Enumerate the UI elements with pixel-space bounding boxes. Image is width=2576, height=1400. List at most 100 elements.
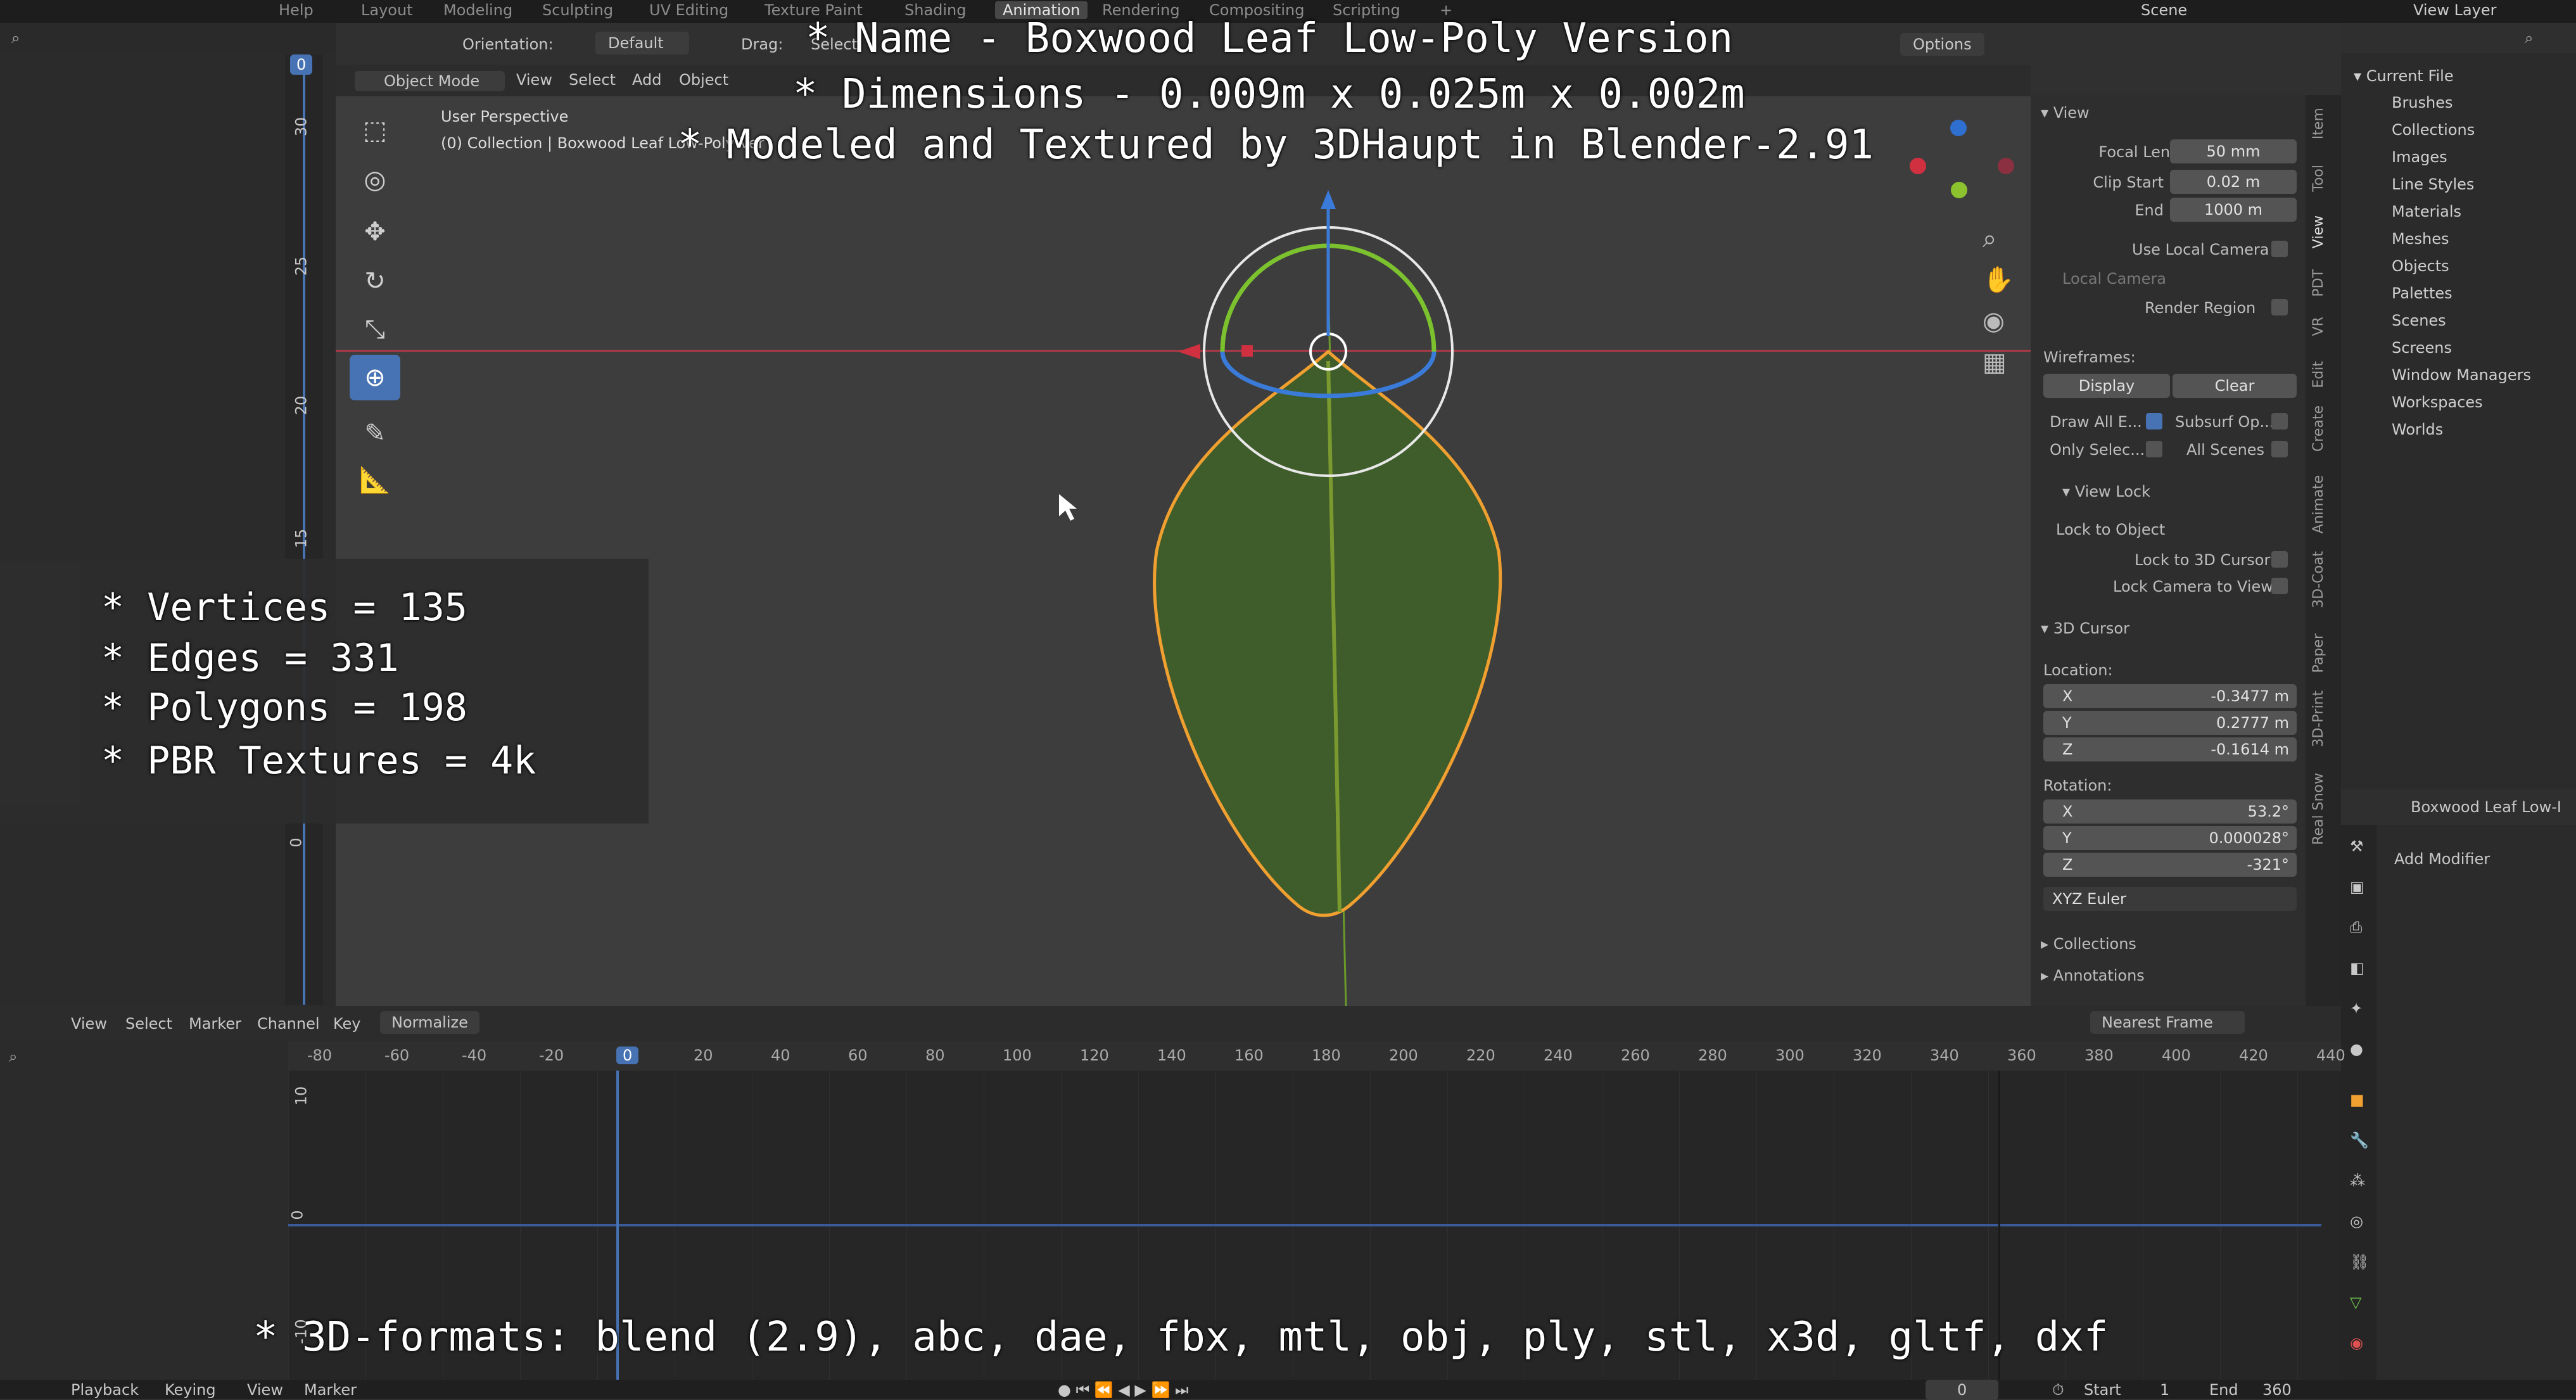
particles-tab-icon[interactable]: ⁂ (2350, 1172, 2365, 1190)
tab-tool[interactable]: Tool (2311, 165, 2326, 192)
cursor-rot-z[interactable]: Z -321° (2043, 853, 2297, 877)
mode-dropdown[interactable]: Object Mode (355, 71, 505, 91)
clip-end-field[interactable]: 1000 m (2170, 198, 2297, 222)
tab-create[interactable]: Create (2311, 405, 2326, 452)
playback-controls-icon[interactable]: ● ⏮ ⏪ ◀ ▶ ⏩ ⏭ (1058, 1381, 1189, 1399)
all-scenes-checkbox[interactable] (2271, 441, 2288, 457)
display-button[interactable]: Display (2043, 374, 2170, 398)
lock-cursor-checkbox[interactable] (2271, 551, 2288, 568)
outliner-item-objects[interactable]: Objects (2392, 257, 2449, 275)
draw-all-checkbox[interactable] (2146, 413, 2162, 430)
outliner-item-meshes[interactable]: Meshes (2392, 230, 2449, 248)
curve-line[interactable] (288, 1224, 2321, 1226)
outliner-item-screens[interactable]: Screens (2392, 339, 2452, 357)
graph-menu-channel[interactable]: Channel (257, 1015, 320, 1033)
menu-add[interactable]: Add (632, 71, 661, 89)
menu-view[interactable]: View (516, 71, 552, 89)
gizmo-x-handle[interactable] (1241, 345, 1253, 357)
tab-pdt[interactable]: PDT (2311, 269, 2326, 297)
snap-dropdown[interactable]: Nearest Frame (2090, 1011, 2245, 1034)
cursor-loc-z[interactable]: Z -0.1614 m (2043, 737, 2297, 761)
outliner-item-worlds[interactable]: Worlds (2392, 421, 2443, 438)
cursor-loc-y[interactable]: Y 0.2777 m (2043, 711, 2297, 735)
tab-view[interactable]: View (2311, 215, 2326, 248)
render-tab-icon[interactable]: ▣ (2350, 878, 2364, 896)
current-file-label[interactable]: Current File (2366, 67, 2454, 85)
tab-paper[interactable]: Paper (2311, 633, 2326, 673)
material-tab-icon[interactable]: ◉ (2350, 1334, 2363, 1352)
add-modifier-button[interactable]: Add Modifier (2394, 850, 2490, 868)
playback-menu[interactable]: Playback (71, 1381, 139, 1399)
render-region-checkbox[interactable] (2271, 299, 2288, 315)
collections-label[interactable]: Collections (2053, 935, 2136, 953)
tab-edit[interactable]: Edit (2311, 361, 2326, 388)
tab-vr[interactable]: VR (2311, 317, 2326, 336)
view-menu[interactable]: View (247, 1381, 283, 1399)
output-tab-icon[interactable]: ⎙ (2350, 919, 2362, 936)
object-tab-icon[interactable]: ■ (2350, 1091, 2364, 1109)
tool-tab-icon[interactable]: ⚒ (2350, 837, 2364, 855)
search-icon[interactable]: ⌕ (2525, 29, 2533, 47)
tab-3d-print[interactable]: 3D-Print (2311, 690, 2326, 747)
data-tab-icon[interactable]: ▽ (2350, 1294, 2361, 1311)
cursor-loc-x[interactable]: X -0.3477 m (2043, 684, 2297, 708)
clear-button[interactable]: Clear (2173, 374, 2297, 398)
tab-item[interactable]: Item (2311, 108, 2326, 139)
graph-menu-select[interactable]: Select (125, 1015, 172, 1033)
only-select-checkbox[interactable] (2146, 441, 2162, 457)
search-icon[interactable]: ⌕ (11, 29, 20, 47)
graph-menu-view[interactable]: View (71, 1015, 107, 1033)
graph-menu-marker[interactable]: Marker (189, 1015, 241, 1033)
scene-tab-icon[interactable]: ✦ (2350, 1000, 2363, 1017)
tab-3d-coat[interactable]: 3D-Coat (2311, 551, 2326, 608)
marker-menu[interactable]: Marker (304, 1381, 357, 1399)
annotations-label[interactable]: Annotations (2053, 967, 2145, 984)
current-frame-field[interactable]: 0 (1926, 1380, 1999, 1400)
focal-length-field[interactable]: 50 mm (2170, 139, 2297, 163)
view-layer-tab-icon[interactable]: ◧ (2350, 959, 2364, 977)
outliner-item-palettes[interactable]: Palettes (2392, 284, 2452, 302)
end-field[interactable]: 360 (2262, 1381, 2292, 1399)
start-field[interactable]: 1 (2160, 1381, 2169, 1399)
physics-tab-icon[interactable]: ◎ (2350, 1212, 2363, 1230)
world-tab-icon[interactable]: ● (2350, 1040, 2363, 1058)
tab-real-snow[interactable]: Real Snow (2311, 773, 2326, 845)
workspace-tab[interactable]: Layout (361, 1, 413, 19)
nav-gizmo-z[interactable] (1950, 120, 1967, 136)
nav-gizmo-x[interactable] (1910, 158, 1926, 174)
workspace-tab[interactable]: UV Editing (649, 1, 728, 19)
frame-indicator[interactable]: 0 (290, 54, 313, 75)
view-layer-label[interactable]: View Layer (2413, 1, 2497, 19)
cursor-rot-x[interactable]: X 53.2° (2043, 799, 2297, 824)
keying-menu[interactable]: Keying (165, 1381, 216, 1399)
use-local-camera-checkbox[interactable] (2271, 241, 2288, 257)
graph-menu-key[interactable]: Key (333, 1015, 361, 1033)
nav-gizmo-y[interactable] (1951, 182, 1967, 198)
orientation-dropdown[interactable]: Default (595, 32, 689, 54)
workspace-tab[interactable]: Sculpting (542, 1, 613, 19)
subsurf-checkbox[interactable] (2271, 413, 2288, 430)
outliner-item-line-styles[interactable]: Line Styles (2392, 175, 2474, 193)
lock-camera-checkbox[interactable] (2271, 578, 2288, 594)
cursor-rot-y[interactable]: Y 0.000028° (2043, 826, 2297, 850)
nav-gizmo-neg-x[interactable] (1998, 158, 2014, 174)
outliner-item-workspaces[interactable]: Workspaces (2392, 393, 2483, 411)
normalize-toggle[interactable]: Normalize (380, 1011, 479, 1034)
gizmo-x-arrowhead[interactable] (1178, 344, 1200, 359)
frame-ruler[interactable]: -80 -60 -40 -20 0 20 40 60 80 100 120 140 160 180 200 2… (288, 1041, 2345, 1071)
tab-animate[interactable]: Animate (2311, 475, 2326, 533)
outliner-item-window-managers[interactable]: Window Managers (2392, 366, 2531, 384)
clip-start-field[interactable]: 0.02 m (2170, 170, 2297, 194)
leaf-mesh[interactable] (1153, 349, 1502, 917)
scene-label[interactable]: Scene (2141, 1, 2187, 19)
outliner-item-brushes[interactable]: Brushes (2392, 94, 2453, 111)
menu-help[interactable]: Help (279, 1, 314, 19)
outliner-item-images[interactable]: Images (2392, 148, 2447, 166)
outliner-item-materials[interactable]: Materials (2392, 203, 2461, 220)
outliner-item-collections[interactable]: Collections (2392, 121, 2475, 139)
gizmo-z-arrowhead[interactable] (1321, 190, 1336, 209)
options-button[interactable]: Options (1900, 33, 1984, 56)
menu-object[interactable]: Object (679, 71, 728, 89)
euler-dropdown[interactable]: XYZ Euler (2043, 887, 2297, 911)
search-icon[interactable]: ⌕ (9, 1048, 17, 1066)
